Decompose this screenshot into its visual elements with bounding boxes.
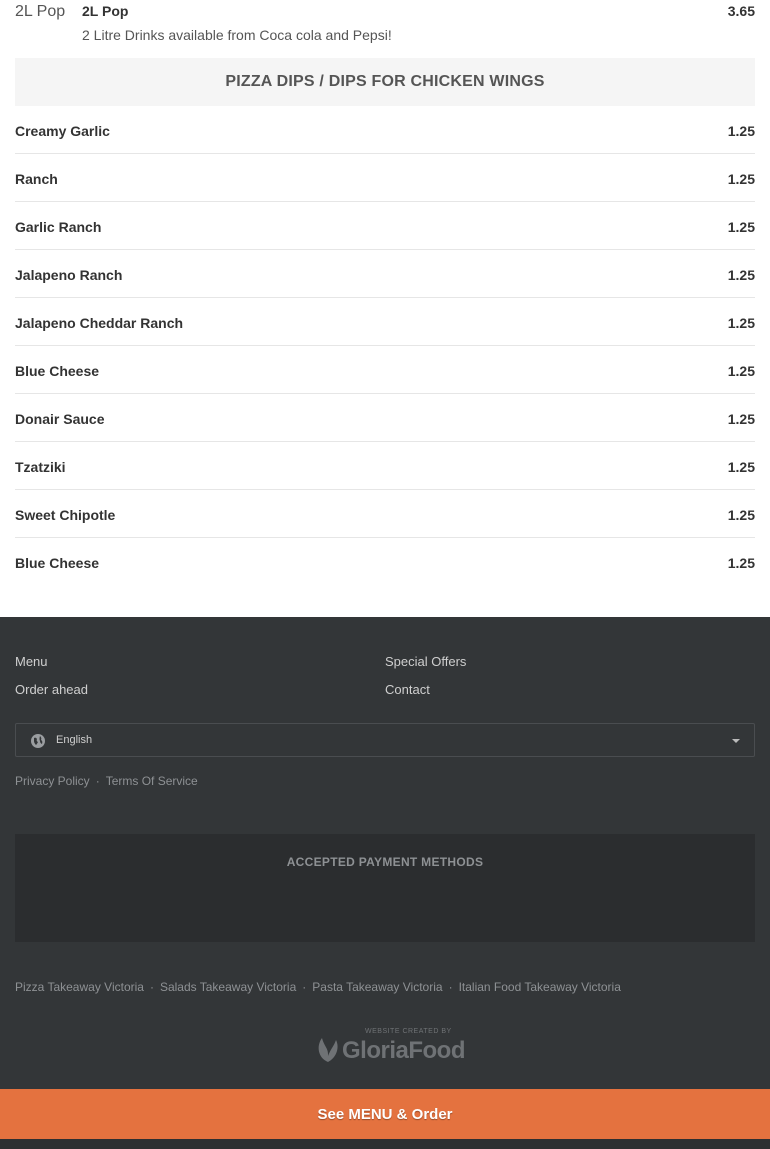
- item-name: Ranch: [15, 171, 58, 187]
- cta-label: See MENU & Order: [317, 1105, 453, 1123]
- bottom-strip: [0, 1139, 770, 1149]
- footer-link-special-offers[interactable]: Special Offers: [385, 654, 466, 669]
- terms-of-service-link[interactable]: Terms Of Service: [106, 774, 198, 788]
- item-description: 2 Litre Drinks available from Coca cola …: [82, 27, 392, 43]
- globe-icon: [31, 734, 45, 748]
- item-name: Donair Sauce: [15, 411, 105, 427]
- menu-item-2l-pop[interactable]: 2L Pop 2L Pop 2 Litre Drinks available f…: [0, 0, 770, 58]
- category-item-list: Creamy Garlic 1.25 Ranch 1.25 Garlic Ranch…: [15, 106, 755, 586]
- item-price: 1.25: [727, 315, 755, 331]
- item-price: 1.25: [727, 363, 755, 379]
- chevron-down-icon: [732, 739, 740, 743]
- logo-small-text: WEBSITE CREATED BY: [365, 1028, 452, 1035]
- privacy-policy-link[interactable]: Privacy Policy: [15, 774, 90, 788]
- seo-links: Pizza Takeaway Victoria · Salads Takeawa…: [15, 980, 621, 994]
- item-price: 1.25: [727, 267, 755, 283]
- gloriafood-logo[interactable]: WEBSITE CREATED BY GloriaFood: [314, 1028, 466, 1066]
- item-price: 1.25: [727, 219, 755, 235]
- separator-dot: ·: [95, 774, 100, 788]
- list-item[interactable]: Blue Cheese 1.25: [15, 538, 755, 586]
- item-image: 2L Pop: [15, 3, 66, 20]
- list-item[interactable]: Blue Cheese 1.25: [15, 346, 755, 394]
- item-price: 1.25: [727, 123, 755, 139]
- category-header: PIZZA DIPS / DIPS FOR CHICKEN WINGS: [15, 58, 755, 106]
- item-name: Jalapeno Cheddar Ranch: [15, 315, 184, 331]
- separator-dot: ·: [149, 980, 154, 994]
- seo-link-salads[interactable]: Salads Takeaway Victoria: [160, 980, 296, 994]
- separator-dot: ·: [448, 980, 453, 994]
- seo-link-pasta[interactable]: Pasta Takeaway Victoria: [312, 980, 442, 994]
- list-item[interactable]: Garlic Ranch 1.25: [15, 202, 755, 250]
- list-item[interactable]: Jalapeno Cheddar Ranch 1.25: [15, 298, 755, 346]
- language-label: English: [56, 734, 93, 746]
- logo-text: GloriaFood: [342, 1037, 466, 1064]
- item-name: Creamy Garlic: [15, 123, 110, 139]
- item-name: Sweet Chipotle: [15, 507, 116, 523]
- list-item[interactable]: Donair Sauce 1.25: [15, 394, 755, 442]
- item-price: 1.25: [727, 459, 755, 475]
- list-item[interactable]: Creamy Garlic 1.25: [15, 106, 755, 154]
- item-price: 1.25: [727, 507, 755, 523]
- item-name: Blue Cheese: [15, 555, 100, 571]
- list-item[interactable]: Jalapeno Ranch 1.25: [15, 250, 755, 298]
- list-item[interactable]: Tzatziki 1.25: [15, 442, 755, 490]
- footer-link-contact[interactable]: Contact: [385, 682, 430, 697]
- item-name: Tzatziki: [15, 459, 66, 475]
- item-name: Garlic Ranch: [15, 219, 102, 235]
- separator-dot: ·: [302, 980, 307, 994]
- see-menu-order-button[interactable]: See MENU & Order: [0, 1089, 770, 1139]
- footer-link-menu[interactable]: Menu: [15, 654, 48, 669]
- payment-methods-panel: ACCEPTED PAYMENT METHODS: [15, 834, 755, 942]
- item-name: Jalapeno Ranch: [15, 267, 123, 283]
- language-select[interactable]: English: [15, 723, 755, 757]
- item-name: Blue Cheese: [15, 363, 100, 379]
- item-name: 2L Pop: [82, 3, 129, 19]
- item-price: 1.25: [727, 171, 755, 187]
- payment-methods-title: ACCEPTED PAYMENT METHODS: [286, 855, 484, 869]
- footer: Menu Order ahead Special Offers Contact …: [0, 617, 770, 1149]
- item-price: 1.25: [727, 411, 755, 427]
- leaf-icon: [318, 1038, 338, 1062]
- item-price: 3.65: [727, 3, 755, 19]
- list-item[interactable]: Ranch 1.25: [15, 154, 755, 202]
- legal-links: Privacy Policy · Terms Of Service: [15, 774, 198, 788]
- list-item[interactable]: Sweet Chipotle 1.25: [15, 490, 755, 538]
- footer-link-order-ahead[interactable]: Order ahead: [15, 682, 88, 697]
- seo-link-pizza[interactable]: Pizza Takeaway Victoria: [15, 980, 144, 994]
- item-price: 1.25: [727, 555, 755, 571]
- seo-link-italian[interactable]: Italian Food Takeaway Victoria: [459, 980, 621, 994]
